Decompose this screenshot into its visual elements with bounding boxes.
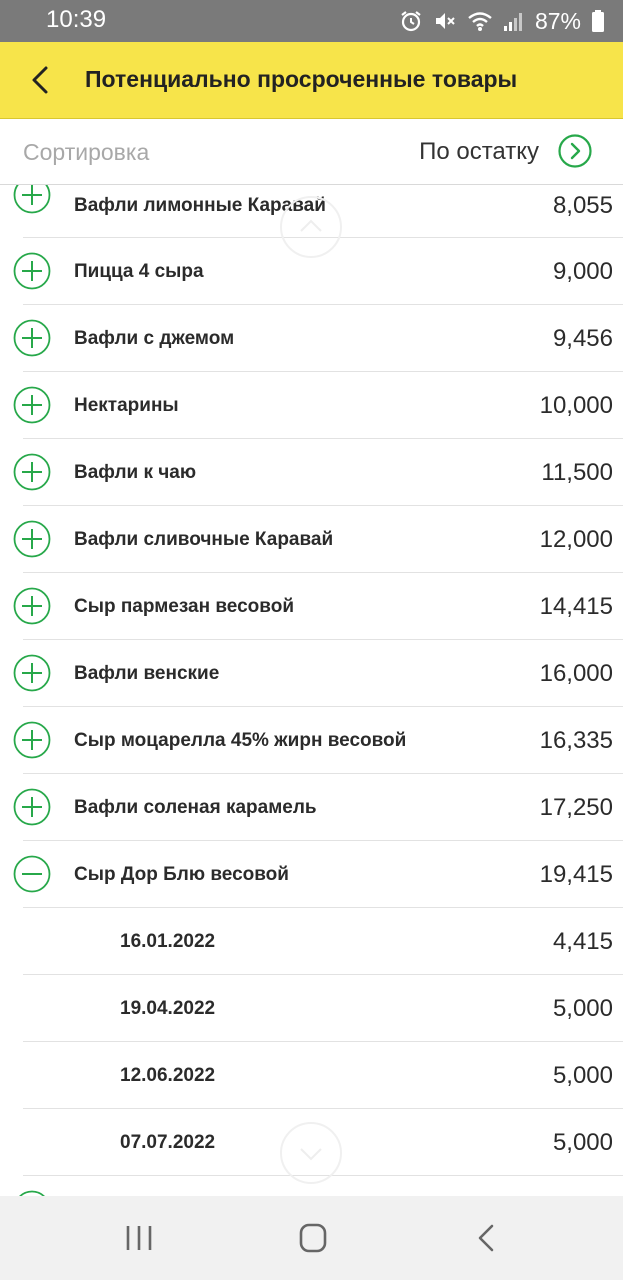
battery-icon: [592, 10, 604, 32]
expand-plus-icon[interactable]: [13, 319, 51, 357]
expand-plus-icon[interactable]: [13, 185, 51, 214]
collapse-minus-icon[interactable]: [13, 855, 51, 893]
item-name: Вафли сливочные Каравай: [74, 529, 334, 550]
list-item[interactable]: Вафли сливочные Каравай 12,000: [0, 506, 623, 573]
list-item[interactable]: Вафли венские 16,000: [0, 640, 623, 707]
page-title: Потенциально просроченные товары: [85, 66, 518, 92]
status-icons: 87%: [399, 6, 605, 36]
system-nav-bar: [0, 1196, 623, 1280]
wifi-icon: [468, 12, 492, 31]
item-name: Вафли с джемом: [74, 328, 235, 349]
list-item[interactable]: Вафли с джемом 9,456: [0, 305, 623, 372]
expand-plus-icon[interactable]: [13, 252, 51, 290]
mute-icon: [435, 13, 455, 29]
product-list[interactable]: Вафли лимонные Каравай 8,055 Пицца 4 сыр…: [0, 185, 623, 1196]
expand-plus-icon[interactable]: [13, 654, 51, 692]
expand-plus-icon[interactable]: [13, 520, 51, 558]
home-icon[interactable]: [293, 1222, 333, 1254]
item-qty: 9,000: [552, 258, 613, 285]
item-name: Вафли соленая карамель: [74, 797, 317, 818]
batch-row[interactable]: 12.06.2022 5,000: [0, 1042, 623, 1109]
list-item[interactable]: Вафли к чаю 11,500: [0, 439, 623, 506]
item-name: Вафли к чаю: [74, 462, 197, 483]
item-name: Нектарины: [74, 395, 179, 416]
item-name: Сыр моцарелла 45% жирн весовой: [74, 730, 407, 751]
alarm-icon: [401, 11, 421, 32]
app-header: Потенциально просроченные товары: [0, 42, 623, 119]
list-item[interactable]: Вафли соленая карамель 17,250: [0, 774, 623, 841]
batch-date: 12.06.2022: [120, 1065, 216, 1086]
back-arrow-icon[interactable]: [26, 62, 56, 98]
batch-row[interactable]: 16.01.2022 4,415: [0, 908, 623, 975]
item-qty: 16,000: [539, 660, 613, 687]
expand-plus-icon[interactable]: [13, 788, 51, 826]
recent-apps-icon[interactable]: [119, 1222, 159, 1254]
item-name: Пицца 4 сыра: [74, 261, 204, 282]
status-bar: 10:39 87%: [0, 0, 623, 42]
scroll-down-icon[interactable]: [280, 1122, 342, 1184]
battery-percent: 87%: [534, 7, 581, 34]
sort-value[interactable]: По остатку: [419, 138, 539, 166]
list-item[interactable]: Сыр пармезан весовой 14,415: [0, 573, 623, 640]
item-qty: 17,250: [539, 794, 613, 821]
batch-qty: 5,000: [552, 1129, 613, 1156]
batch-qty: 5,000: [552, 995, 613, 1022]
expand-plus-icon[interactable]: [13, 386, 51, 424]
item-qty: 16,335: [539, 727, 613, 754]
batch-row[interactable]: 19.04.2022 5,000: [0, 975, 623, 1042]
batch-date: 19.04.2022: [120, 998, 216, 1019]
item-name: Сыр пармезан весовой: [74, 596, 295, 617]
scroll-up-icon[interactable]: [280, 196, 342, 258]
chevron-right-circle-icon[interactable]: [558, 134, 592, 168]
signal-icon: [503, 13, 522, 31]
batch-qty: 4,415: [552, 928, 613, 955]
batch-date: 16.01.2022: [120, 931, 216, 952]
item-qty: 11,500: [541, 459, 613, 486]
sort-label: Сортировка: [23, 139, 150, 165]
item-name: Сыр Дор Блю весовой: [74, 864, 289, 885]
expand-plus-icon[interactable]: [13, 453, 51, 491]
list-item[interactable]: Нектарины 10,000: [0, 372, 623, 439]
expand-plus-icon[interactable]: [13, 721, 51, 759]
sort-row[interactable]: Сортировка По остатку: [0, 119, 623, 185]
item-qty: 8,055: [552, 192, 613, 219]
item-name: Вафли венские: [74, 663, 220, 684]
list-item-expanded[interactable]: Сыр Дор Блю весовой 19,415: [0, 841, 623, 908]
expand-plus-icon[interactable]: [13, 587, 51, 625]
item-qty: 12,000: [539, 526, 613, 553]
item-qty: 19,415: [539, 861, 613, 888]
item-qty: 14,415: [539, 593, 613, 620]
batch-date: 07.07.2022: [120, 1132, 216, 1153]
item-qty: 9,456: [552, 325, 613, 352]
back-icon[interactable]: [467, 1222, 507, 1254]
list-item[interactable]: Сыр моцарелла 45% жирн весовой 16,335: [0, 707, 623, 774]
item-qty: 10,000: [539, 392, 613, 419]
status-time: 10:39: [46, 6, 107, 33]
batch-qty: 5,000: [552, 1062, 613, 1089]
